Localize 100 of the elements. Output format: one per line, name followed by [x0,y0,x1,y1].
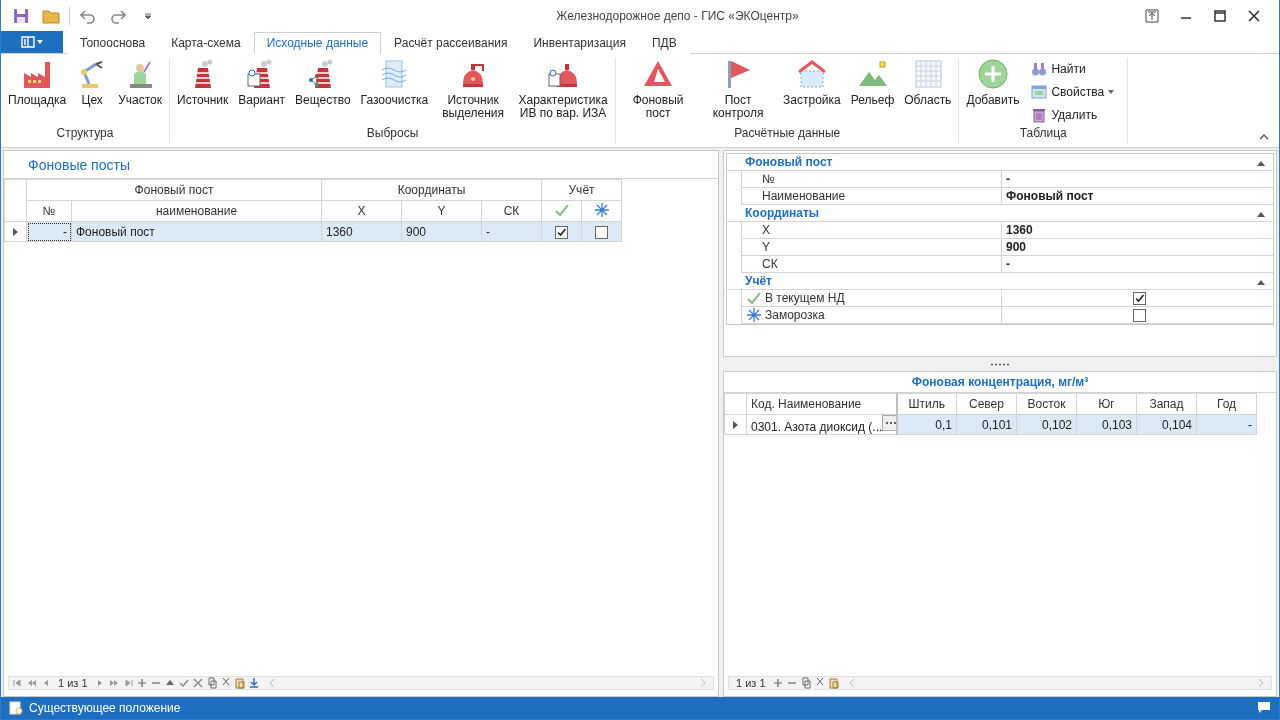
ribbon-button[interactable]: Удалить [1031,104,1115,125]
plus-circle-icon [976,58,1009,90]
ribbon-button[interactable]: Область [900,58,956,126]
ribbon-button[interactable]: Характеристика ИВ по вар. ИЗА [514,58,613,126]
column-group-header: Фоновый пост [26,179,322,201]
property-label: Наименование [742,188,1002,204]
folder-icon[interactable] [42,8,60,24]
next-page-icon[interactable] [107,677,120,689]
ribbon-button[interactable]: Пост контроля [699,58,778,126]
checkbox[interactable] [555,225,568,239]
status-document-icon [9,701,23,715]
ribbon-button[interactable]: Участок [114,58,166,126]
group-label: Структура [55,126,115,142]
property-value: Фоновый пост [1005,188,1095,204]
trash-icon [1031,106,1048,123]
notes-icon[interactable] [1257,700,1271,713]
ribbon-button[interactable]: Газоочистка [356,58,433,126]
property-value: 900 [1005,239,1028,255]
property-label: СК [742,256,1002,272]
ribbon-button[interactable]: Цех [72,58,113,126]
copy-icon[interactable] [799,677,812,689]
undo-icon[interactable] [80,8,96,24]
section-title: Учёт [745,274,773,288]
ribbon-button[interactable]: Рельеф [846,58,899,126]
paste-icon[interactable] [827,677,840,689]
property-label: X [742,222,1002,238]
column-header[interactable]: наименование [71,200,322,222]
ribbon-button[interactable]: Вариант [234,58,290,126]
close-icon[interactable] [1248,10,1260,22]
cancel-icon[interactable] [191,677,204,689]
maximize-icon[interactable] [1214,10,1226,22]
column-header[interactable]: Юг [1076,393,1137,415]
snowflake-icon [746,307,762,323]
column-header[interactable]: Код. Наименование [746,393,897,415]
property-value: - [1005,256,1011,272]
ellipsis-button-icon[interactable] [882,415,895,431]
previous-page-icon[interactable] [26,677,38,689]
status-text: Существующее положение [29,701,181,715]
collapse-icon[interactable] [1257,161,1265,166]
checkbox[interactable] [1133,308,1146,322]
column-group-header: Координаты [321,179,542,201]
first-page-icon[interactable] [12,677,24,689]
ribbon-button[interactable]: Вещество [291,58,355,126]
ribbon-button[interactable]: Свойства [1031,81,1115,102]
add-icon[interactable] [771,677,784,689]
property-label: Y [742,239,1002,255]
ribbon-button[interactable]: Найти [1031,58,1115,79]
snowflake-icon [593,201,610,218]
property-label: В текущем НД [765,291,845,305]
checkbox[interactable] [1133,291,1146,305]
copy-icon[interactable] [205,677,218,689]
ribbon-button[interactable]: Площадка [4,58,71,126]
row-indicator-icon [12,227,19,236]
dropdown-caret-icon [1108,89,1115,94]
book-icon [21,36,35,48]
ribbon-button[interactable]: Застройка [779,58,845,126]
column-header[interactable]: Год [1196,393,1257,415]
add-icon[interactable] [135,677,148,689]
property-value: 1360 [1005,222,1034,238]
collapse-icon[interactable] [1257,280,1265,285]
window-icon [1031,83,1048,100]
ribbon-button[interactable]: Добавить [962,58,1024,126]
ribbon-button[interactable]: Источник [173,58,233,126]
download-icon[interactable] [247,677,260,689]
page-indicator: 1 из 1 [735,677,767,689]
group-label: Таблица [1018,126,1068,142]
redo-icon[interactable] [110,8,126,24]
confirm-icon[interactable] [177,677,190,689]
ribbon-button[interactable]: Фоновый пост [619,58,698,126]
column-header[interactable]: Штиль [896,393,957,415]
collapse-ribbon-icon[interactable] [1259,134,1269,140]
window-title: Железнодорожное депо - ГИС «ЭКОцентр» [556,9,799,23]
checkmark-icon [746,290,762,306]
binoculars-icon [1031,60,1048,77]
section-title: Координаты [745,206,821,220]
checkbox[interactable] [595,225,608,239]
ribbon-button[interactable]: Источник выделения [434,58,513,126]
caret-icon [37,40,43,44]
row-indicator-icon [732,420,739,429]
column-header[interactable]: Север [956,393,1017,415]
column-header[interactable]: Запад [1136,393,1197,415]
property-label: № [742,171,1002,187]
paste-icon[interactable] [233,677,246,689]
page-indicator: 1 из 1 [57,677,89,689]
collapse-icon[interactable] [1257,212,1265,217]
column-header[interactable]: Восток [1016,393,1077,415]
splitter-grip-icon[interactable] [990,362,1010,366]
group-label: Выбросы [365,126,420,142]
pin-window-icon[interactable] [1145,9,1159,23]
section-title: Фоновый пост [745,155,834,169]
table-cell: 0301. Азота диоксид (... [751,420,883,434]
house-icon [795,58,828,90]
save-icon[interactable] [13,8,29,24]
customize-caret-icon[interactable] [144,12,152,20]
group-label: Расчётные данные [733,126,842,142]
property-value: - [1005,171,1011,187]
ribbon-tab[interactable]: Исходные данные [253,32,382,54]
property-label: Заморозка [765,308,825,322]
app-menu-button[interactable] [1,31,63,53]
column-group-header: Учёт [541,179,622,201]
